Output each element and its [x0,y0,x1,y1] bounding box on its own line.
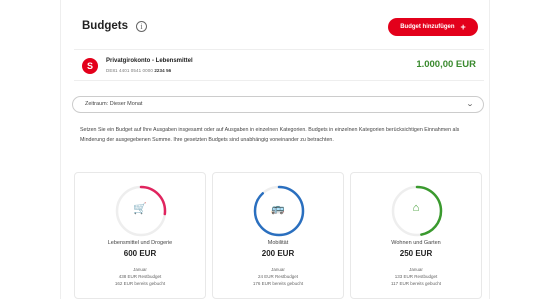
period-dropdown-label: Zeitraum: Dieser Monat [85,101,143,107]
budget-category-name: Mobilität [267,240,289,246]
page-header: Budgets i [82,20,147,32]
budgets-description: Setzen Sie ein Budget auf Ihre Ausgaben … [80,127,460,143]
add-budget-label: Budget hinzufügen [400,24,455,30]
budget-category-name: Lebensmittel und Drogerie [107,240,173,246]
budget-booked: 176 EUR bereits gebucht [252,281,304,286]
budget-category-name: Wohnen und Garten [391,240,441,246]
budget-amount: 200 EUR [261,249,295,258]
budget-card[interactable]: 🚌 Mobilität 200 EUR Januar 24 EUR Restbudget… [212,172,344,299]
period-dropdown[interactable]: Zeitraum: Dieser Monat ⌄ [72,96,484,113]
budget-period: Januar [133,267,147,272]
account-iban: DE81 4401 0541 0000 2234 56 [106,68,171,73]
budget-rest: 133 EUR Restbudget [394,274,438,279]
budget-card[interactable]: ⌂ Wohnen und Garten 250 EUR Januar 133 EUR R… [350,172,482,299]
budget-card[interactable]: 🛒 Lebensmittel und Drogerie 600 EUR Januar 4… [74,172,206,299]
info-icon[interactable]: i [136,20,147,32]
house-icon: ⌂ [412,202,420,214]
budget-rest: 24 EUR Restbudget [257,274,299,279]
budget-booked: 117 EUR bereits gebucht [391,281,441,286]
account-name: Privatgirokonto - Lebensmittel [106,58,193,64]
bus-icon: 🚌 [271,203,285,215]
plus-icon: + [460,21,466,32]
budget-period: Januar [271,267,285,272]
shopping-cart-icon: 🛒 [133,203,147,215]
chevron-down-icon: ⌄ [465,101,475,108]
account-row[interactable]: S Privatgirokonto - Lebensmittel DE81 44… [74,49,484,81]
budget-booked: 162 EUR bereits gebucht [114,281,166,286]
budget-amount: 600 EUR [123,249,157,258]
page-title: Budgets [82,20,128,32]
budget-rest: 438 EUR Restbudget [118,274,162,279]
account-amount: 1.000,00 EUR [416,59,476,70]
iban-suffix: 2234 56 [154,68,172,73]
iban-prefix: DE81 4401 0541 0000 [106,68,153,73]
add-budget-button[interactable]: Budget hinzufügen + [388,18,478,36]
budget-period: Januar [409,267,423,272]
budget-amount: 250 EUR [399,249,433,258]
sparkasse-logo-icon: S [82,58,98,74]
